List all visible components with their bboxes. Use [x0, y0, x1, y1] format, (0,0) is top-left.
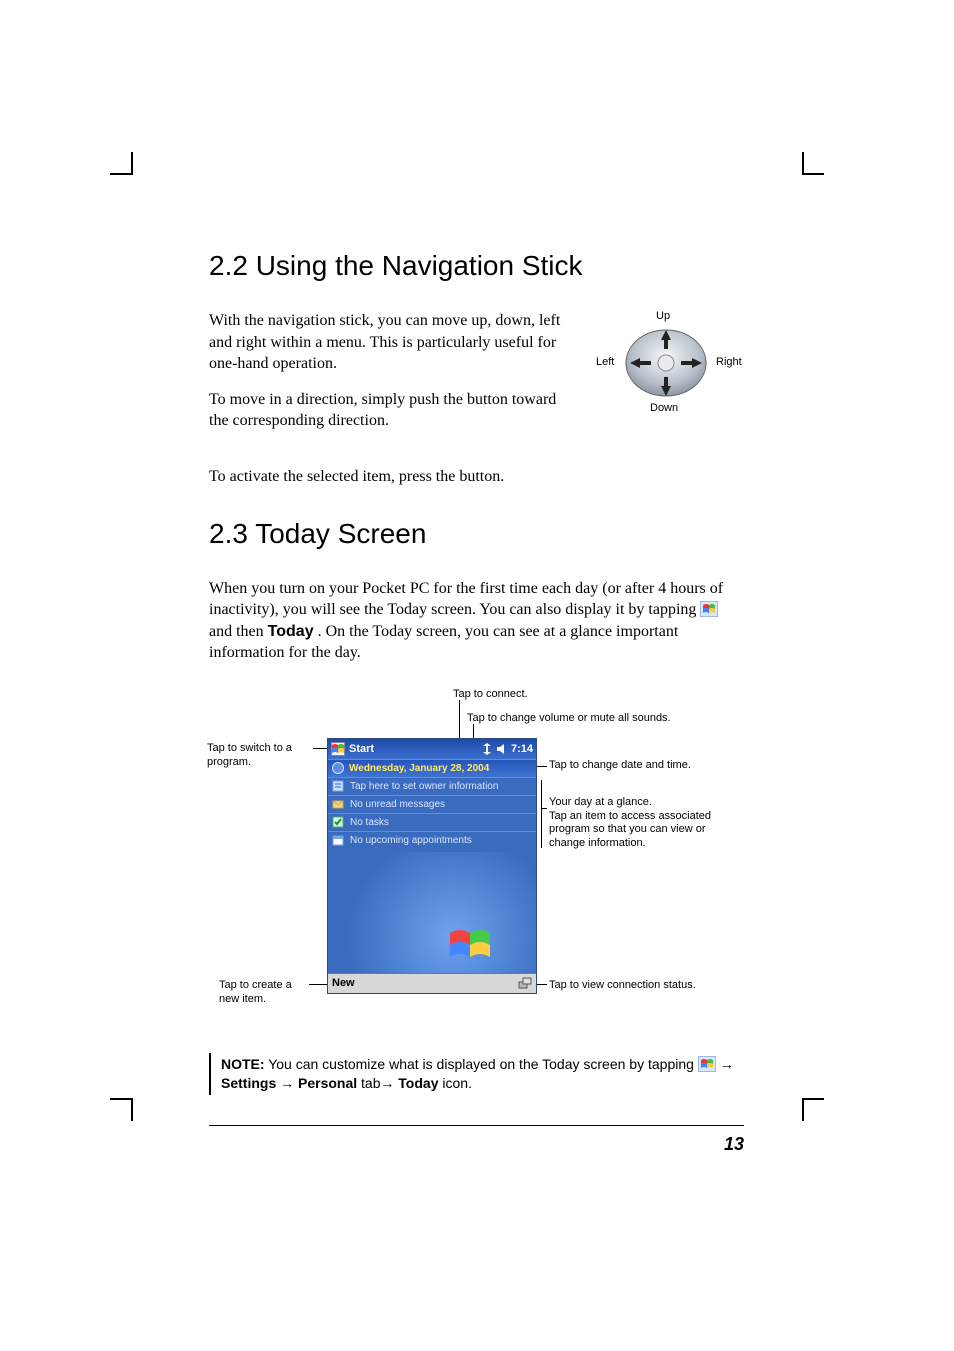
- row-owner: Tap here to set owner information: [350, 781, 498, 792]
- today-paragraph: When you turn on your Pocket PC for the …: [209, 578, 744, 664]
- nav-paragraph-2: To move in a direction, simply push the …: [209, 389, 576, 432]
- crop-mark: [802, 1098, 804, 1121]
- note-arrow-2: →: [276, 1075, 298, 1091]
- callout-glance-l1: Your day at a glance.: [549, 796, 749, 810]
- owner-icon: [332, 780, 344, 792]
- start-flag-icon: [698, 1056, 716, 1072]
- callout-volume: Tap to change volume or mute all sounds.: [467, 712, 737, 726]
- today-text-a: When you turn on your Pocket PC for the …: [209, 580, 723, 619]
- start-flag-icon: [700, 601, 718, 617]
- navigation-stick-icon: [620, 324, 712, 402]
- tasks-icon: [332, 816, 344, 828]
- today-date: Wednesday, January 28, 2004: [349, 763, 489, 774]
- nav-right-label: Right: [716, 356, 742, 368]
- callout-new-item-l2: new item.: [219, 993, 319, 1007]
- today-screen-screenshot: Start 7:14 Wednesday, January 28, 2004: [327, 738, 537, 994]
- callout-conn-status: Tap to view connection status.: [549, 979, 696, 993]
- note-text-a: You can customize what is displayed on t…: [265, 1056, 698, 1072]
- section-heading-nav: 2.2 Using the Navigation Stick: [209, 250, 744, 282]
- note-arrow-3: →: [380, 1075, 398, 1091]
- titlebar-title: Start: [349, 743, 477, 755]
- nav-paragraph-3: To activate the selected item, press the…: [209, 466, 744, 488]
- nav-left-label: Left: [596, 356, 614, 368]
- note-icon-word: icon.: [439, 1075, 472, 1091]
- start-flag-icon: [331, 742, 345, 756]
- windows-logo-icon: [450, 927, 490, 963]
- connectivity-icon: [481, 743, 493, 755]
- callout-glance-l4: change information.: [549, 837, 749, 851]
- page-number: 13: [209, 1134, 744, 1155]
- row-tasks: No tasks: [350, 817, 389, 828]
- today-word: Today: [268, 623, 314, 640]
- calendar-icon: [332, 834, 344, 846]
- note-personal: Personal: [298, 1075, 357, 1091]
- callout-switch-program-l1: Tap to switch to a: [207, 742, 317, 756]
- crop-mark: [802, 173, 824, 175]
- row-messages: No unread messages: [350, 799, 445, 810]
- crop-mark: [131, 152, 133, 175]
- callout-glance-l2: Tap an item to access associated: [549, 810, 749, 824]
- today-text-b: and then: [209, 623, 268, 640]
- section-heading-today: 2.3 Today Screen: [209, 518, 744, 550]
- crop-mark: [110, 173, 132, 175]
- crop-mark: [110, 1098, 132, 1100]
- note-arrow-1: →: [716, 1056, 734, 1072]
- row-appointments: No upcoming appointments: [350, 835, 472, 846]
- callout-date-time: Tap to change date and time.: [549, 759, 691, 773]
- note-settings: Settings: [221, 1075, 276, 1091]
- note-label: NOTE:: [221, 1056, 265, 1072]
- new-button-label: New: [332, 977, 355, 989]
- note-today: Today: [398, 1075, 438, 1091]
- titlebar-time: 7:14: [511, 743, 533, 755]
- callout-glance-l3: program so that you can view or: [549, 823, 749, 837]
- connection-status-icon: [518, 976, 532, 990]
- callout-switch-program-l2: program.: [207, 756, 317, 770]
- nav-down-label: Down: [650, 402, 678, 414]
- nav-paragraph-1: With the navigation stick, you can move …: [209, 310, 576, 375]
- callout-connect: Tap to connect.: [453, 688, 528, 702]
- callout-new-item-l1: Tap to create a: [219, 979, 319, 993]
- clock-icon: [332, 762, 344, 774]
- crop-mark: [802, 152, 804, 175]
- speaker-icon: [496, 743, 508, 755]
- note-block: NOTE: You can customize what is displaye…: [209, 1053, 744, 1095]
- crop-mark: [131, 1098, 133, 1121]
- navigation-stick-diagram: Up Down Left Right: [594, 310, 744, 415]
- footer-rule: [209, 1125, 744, 1126]
- crop-mark: [802, 1098, 824, 1100]
- messages-icon: [332, 798, 344, 810]
- nav-up-label: Up: [656, 310, 670, 322]
